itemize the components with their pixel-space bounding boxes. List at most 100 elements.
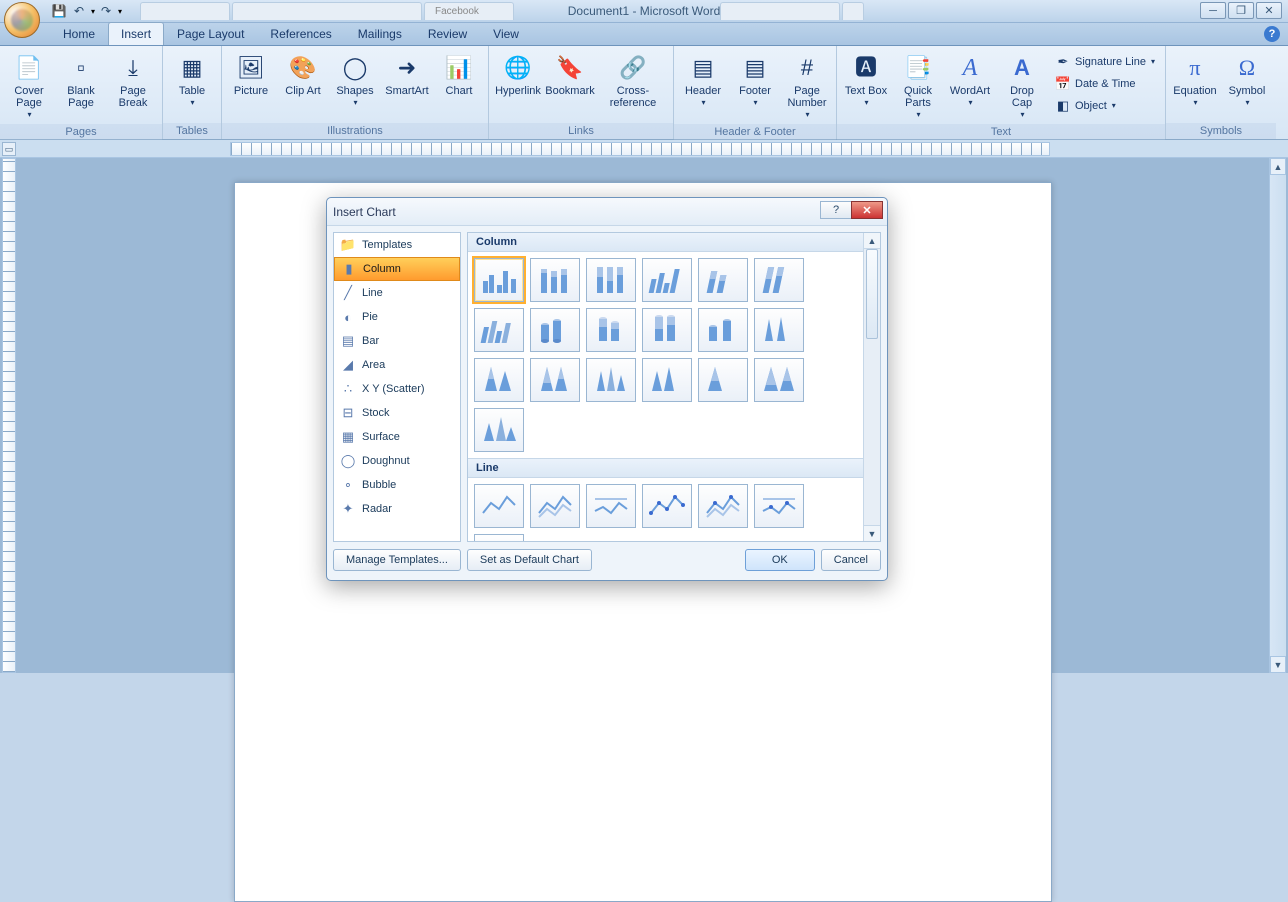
tab-home[interactable]: Home [50,22,108,45]
chart-type-clustered-cylinder[interactable] [530,308,580,352]
chart-type-line-markers[interactable] [642,484,692,528]
textbox-button[interactable]: 🅰Text Box▾ [842,49,890,112]
page-number-button[interactable]: #Page Number▾ [783,49,831,124]
tab-review[interactable]: Review [415,22,480,45]
qat-undo-caret[interactable]: ▾ [91,7,95,16]
chart-type-3d-cylinder[interactable] [698,308,748,352]
category-area[interactable]: ◢Area [334,353,460,377]
clipart-button[interactable]: 🎨Clip Art [279,49,327,100]
tab-references[interactable]: References [257,22,344,45]
dialog-help-button[interactable]: ? [820,201,852,219]
category-scatter[interactable]: ∴X Y (Scatter) [334,377,460,401]
quick-parts-button[interactable]: 📑Quick Parts▾ [894,49,942,124]
signature-line-button[interactable]: ✒Signature Line▾ [1050,51,1160,72]
close-button[interactable]: ✕ [1256,2,1282,19]
tab-view[interactable]: View [480,22,532,45]
qat-redo[interactable]: ↷ [97,2,115,20]
ok-button[interactable]: OK [745,549,815,571]
chart-button[interactable]: 📊Chart [435,49,483,100]
scroll-down-icon[interactable]: ▼ [864,525,880,541]
chart-type-stacked-column[interactable] [530,258,580,302]
chart-type-stacked-line[interactable] [530,484,580,528]
group-label-illustrations: Illustrations [222,123,488,139]
chart-type-stacked-cylinder[interactable] [586,308,636,352]
dialog-close-button[interactable]: ✕ [851,201,883,219]
category-templates[interactable]: 📁Templates [334,233,460,257]
chart-type-clustered-pyramid[interactable] [642,358,692,402]
category-doughnut[interactable]: ◯Doughnut [334,449,460,473]
cover-page-button[interactable]: 📄Cover Page▾ [5,49,53,124]
chart-type-100-stacked-pyramid[interactable] [754,358,804,402]
tab-mailings[interactable]: Mailings [345,22,415,45]
cancel-button[interactable]: Cancel [821,549,881,571]
chart-type-3d-clustered-column[interactable] [642,258,692,302]
scroll-up-icon[interactable]: ▲ [864,233,880,249]
cross-reference-button[interactable]: 🔗Cross-reference [598,49,668,112]
smartart-button[interactable]: ➜SmartArt [383,49,431,100]
horizontal-ruler[interactable] [230,142,1050,156]
tab-page-layout[interactable]: Page Layout [164,22,257,45]
scrollbar-thumb[interactable] [866,249,878,339]
tab-insert[interactable]: Insert [108,22,164,45]
header-button[interactable]: ▤Header▾ [679,49,727,112]
chart-type-3d-stacked-column[interactable] [698,258,748,302]
symbol-button[interactable]: ΩSymbol▾ [1223,49,1271,112]
qat-customize-caret[interactable]: ▾ [118,7,122,16]
gallery-scrollbar[interactable]: ▲ ▼ [863,233,880,541]
chart-category-list[interactable]: 📁Templates ▮Column ╱Line ◐Pie ▤Bar ◢Area… [333,232,461,542]
chart-type-100-stacked-column[interactable] [586,258,636,302]
picture-button[interactable]: 🖼Picture [227,49,275,100]
group-pages: 📄Cover Page▾ ▫Blank Page ⤓Page Break Pag… [0,46,163,139]
date-time-button[interactable]: 📅Date & Time [1050,73,1160,94]
hyperlink-button[interactable]: 🌐Hyperlink [494,49,542,100]
dropcap-button[interactable]: ADrop Cap▾ [998,49,1046,124]
maximize-button[interactable]: ❐ [1228,2,1254,19]
office-button[interactable] [4,2,40,38]
qat-save[interactable]: 💾 [50,2,68,20]
category-line[interactable]: ╱Line [334,281,460,305]
ruler-corner[interactable]: ▭ [2,142,16,156]
object-button[interactable]: ◧Object▾ [1050,95,1160,116]
chart-type-3d-pyramid[interactable] [474,408,524,452]
set-default-chart-button[interactable]: Set as Default Chart [467,549,592,571]
chart-type-100-stacked-cylinder[interactable] [642,308,692,352]
equation-button[interactable]: πEquation▾ [1171,49,1219,112]
category-bubble[interactable]: ∘Bubble [334,473,460,497]
chart-type-100-stacked-cone[interactable] [530,358,580,402]
chart-type-3d-100-stacked-column[interactable] [754,258,804,302]
chart-type-line[interactable] [474,484,524,528]
chart-type-stacked-pyramid[interactable] [698,358,748,402]
category-stock[interactable]: ⊟Stock [334,401,460,425]
chart-type-100-stacked-line[interactable] [586,484,636,528]
chart-type-3d-cone[interactable] [586,358,636,402]
chart-type-100-stacked-line-markers[interactable] [754,484,804,528]
chart-type-3d-line[interactable] [474,534,524,541]
blank-page-button[interactable]: ▫Blank Page [57,49,105,112]
dialog-titlebar[interactable]: Insert Chart ? ✕ [327,198,887,226]
shapes-button[interactable]: ◯Shapes▾ [331,49,379,112]
category-bar[interactable]: ▤Bar [334,329,460,353]
bookmark-button[interactable]: 🔖Bookmark [546,49,594,100]
chart-type-stacked-cone[interactable] [474,358,524,402]
wordart-button[interactable]: AWordArt▾ [946,49,994,112]
chart-type-clustered-cone[interactable] [754,308,804,352]
scroll-up-button[interactable]: ▲ [1270,158,1286,175]
scroll-down-button[interactable]: ▼ [1270,656,1286,673]
footer-button[interactable]: ▤Footer▾ [731,49,779,112]
chart-type-clustered-column[interactable] [474,258,524,302]
table-button[interactable]: ▦Table▾ [168,49,216,112]
category-pie[interactable]: ◐Pie [334,305,460,329]
vertical-ruler[interactable] [2,158,16,673]
table-icon: ▦ [176,52,208,84]
help-button[interactable]: ? [1264,26,1280,42]
qat-undo[interactable]: ↶ [70,2,88,20]
category-radar[interactable]: ✦Radar [334,497,460,521]
category-column[interactable]: ▮Column [334,257,460,281]
manage-templates-button[interactable]: Manage Templates... [333,549,461,571]
page-break-button[interactable]: ⤓Page Break [109,49,157,112]
chart-type-stacked-line-markers[interactable] [698,484,748,528]
vertical-scrollbar[interactable]: ▲ ▼ [1269,158,1286,673]
minimize-button[interactable]: ─ [1200,2,1226,19]
chart-type-3d-column[interactable] [474,308,524,352]
category-surface[interactable]: ▦Surface [334,425,460,449]
